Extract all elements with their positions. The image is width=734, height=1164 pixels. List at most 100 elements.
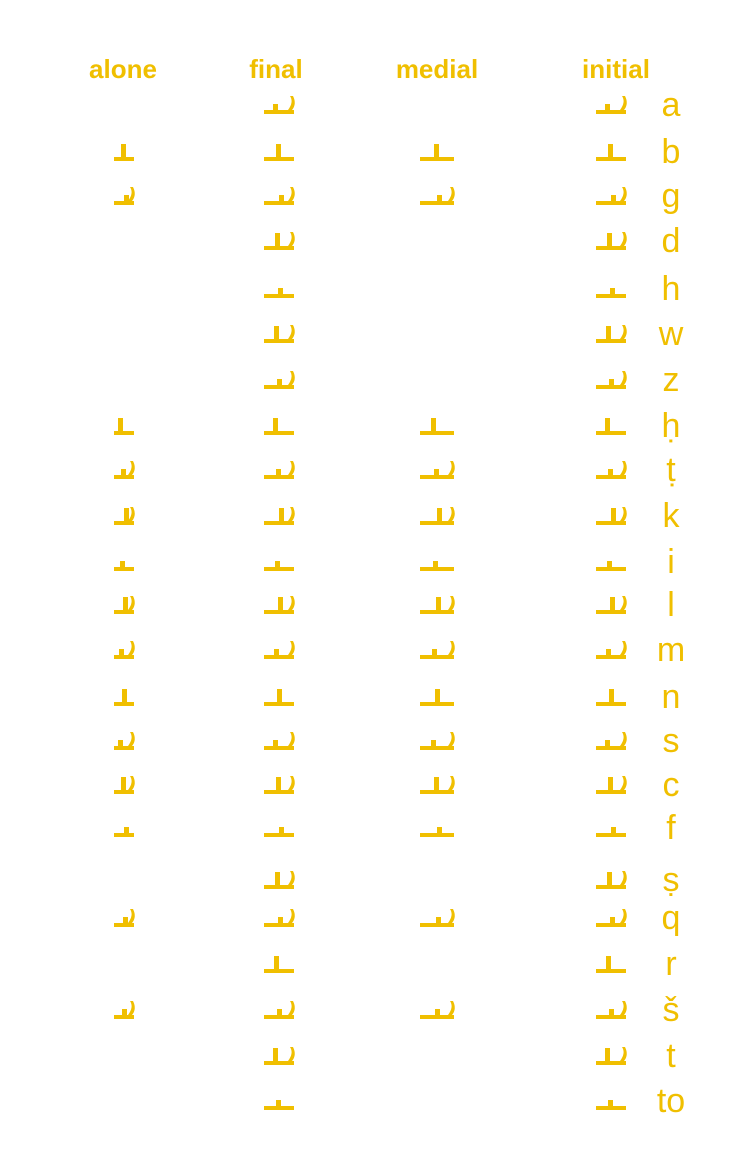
- glyph-stem: [124, 508, 129, 521]
- glyph-stem: [279, 195, 284, 201]
- glyph-stem: [278, 917, 283, 923]
- glyph-stroke: [264, 746, 294, 750]
- glyph-stem: [611, 508, 616, 521]
- latin-letter: h: [661, 270, 681, 308]
- glyph-medial: [420, 827, 454, 837]
- latin-letter: c: [662, 766, 680, 804]
- glyph-stroke: [264, 246, 294, 250]
- glyph-final: [264, 144, 294, 161]
- glyph-stem: [118, 418, 123, 431]
- glyph-stroke: [420, 1015, 454, 1019]
- glyph-final: [264, 187, 295, 205]
- glyph-stem: [277, 689, 282, 702]
- glyph-stroke: [420, 201, 454, 205]
- glyph-hook: [448, 461, 455, 475]
- glyph-final: [264, 871, 295, 889]
- glyph-stroke: [596, 655, 626, 659]
- glyph-stem: [609, 689, 614, 702]
- glyph-stem: [276, 144, 281, 157]
- glyph-stroke: [420, 431, 454, 435]
- glyph-hook: [448, 732, 455, 746]
- glyph-stroke: [596, 1106, 626, 1110]
- glyph-stem: [279, 508, 284, 521]
- glyph-hook: [620, 641, 627, 655]
- glyph-stroke: [264, 201, 294, 205]
- glyph-hook: [288, 776, 295, 790]
- glyph-stem: [437, 195, 442, 201]
- latin-letter: d: [661, 222, 681, 260]
- glyph-hook: [288, 871, 295, 885]
- glyph-hook: [288, 909, 295, 923]
- latin-letter: to: [656, 1082, 686, 1120]
- glyph-stroke: [264, 790, 294, 794]
- glyph-initial: [596, 187, 627, 205]
- latin-letter: ṭ: [666, 451, 676, 489]
- glyph-final: [264, 1100, 294, 1110]
- glyph-stroke: [596, 833, 626, 837]
- glyph-stroke: [420, 610, 454, 614]
- glyph-stem: [273, 740, 278, 746]
- glyph-stem: [277, 1009, 282, 1015]
- glyph-stem: [609, 379, 614, 385]
- glyph-hook: [288, 96, 295, 110]
- glyph-stem: [611, 195, 616, 201]
- glyph-stem: [610, 288, 615, 294]
- glyph-hook: [448, 909, 455, 923]
- glyph-stroke: [420, 521, 454, 525]
- glyph-initial: [596, 418, 626, 435]
- glyph-stroke: [264, 385, 294, 389]
- glyph-stroke: [264, 110, 294, 114]
- glyph-hook: [128, 641, 135, 655]
- glyph-hook: [288, 732, 295, 746]
- glyph-medial: [420, 909, 455, 927]
- glyph-final: [264, 827, 294, 837]
- glyph-hook: [448, 776, 455, 790]
- glyph-alone: [114, 561, 134, 571]
- glyph-medial: [420, 418, 454, 435]
- glyph-alone: [114, 418, 134, 435]
- glyph-hook: [288, 461, 295, 475]
- glyph-stem: [278, 597, 283, 610]
- glyph-stem: [436, 917, 441, 923]
- glyph-stroke: [114, 610, 134, 614]
- glyph-stroke: [596, 157, 626, 161]
- glyph-stem: [275, 233, 280, 246]
- glyph-initial: [596, 871, 627, 889]
- latin-letter: q: [661, 899, 681, 937]
- latin-letter: n: [661, 678, 681, 716]
- glyph-hook: [620, 871, 627, 885]
- glyph-initial: [596, 827, 626, 837]
- glyph-final: [264, 325, 295, 343]
- glyph-medial: [420, 689, 454, 706]
- glyph-hook: [448, 507, 455, 521]
- glyph-stroke: [264, 431, 294, 435]
- glyph-hook: [620, 507, 627, 521]
- glyph-stroke: [264, 833, 294, 837]
- glyph-final: [264, 418, 294, 435]
- glyph-stroke: [264, 157, 294, 161]
- glyph-stem: [273, 104, 278, 110]
- glyph-hook: [448, 596, 455, 610]
- glyph-stroke: [114, 431, 134, 435]
- glyph-stroke: [264, 294, 294, 298]
- glyph-stem: [610, 917, 615, 923]
- glyph-initial: [596, 561, 626, 571]
- glyph-medial: [420, 461, 455, 479]
- glyph-stem: [607, 561, 612, 567]
- glyph-stem: [431, 418, 436, 431]
- glyph-stroke: [114, 746, 134, 750]
- glyph-hook: [288, 1047, 295, 1061]
- glyph-stem: [278, 288, 283, 294]
- glyph-stem: [434, 144, 439, 157]
- glyph-medial: [420, 776, 455, 794]
- glyph-final: [264, 641, 295, 659]
- glyph-initial: [596, 1001, 627, 1019]
- glyph-stem: [611, 827, 616, 833]
- glyph-stroke: [264, 923, 294, 927]
- glyph-initial: [596, 461, 627, 479]
- glyph-initial: [596, 96, 627, 114]
- glyph-stroke: [264, 567, 294, 571]
- glyph-hook: [128, 776, 135, 790]
- glyph-stem: [435, 1009, 440, 1015]
- glyph-initial: [596, 1100, 626, 1110]
